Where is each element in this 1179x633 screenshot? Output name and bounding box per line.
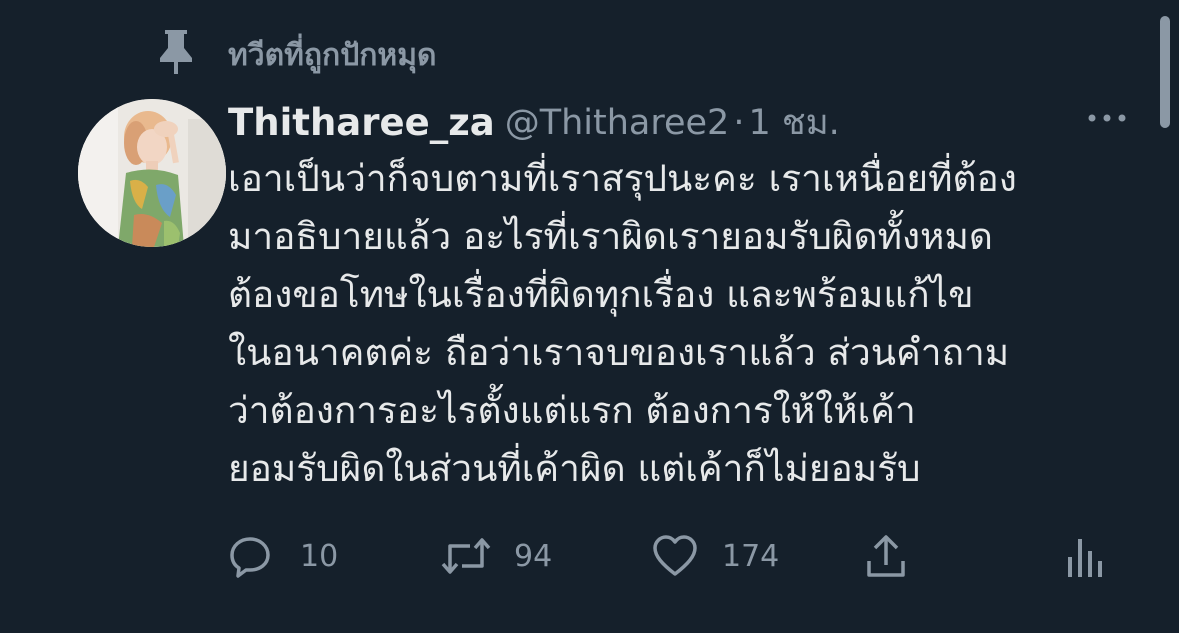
avatar[interactable]	[78, 99, 226, 247]
reply-icon	[230, 537, 270, 578]
tweet-text-line: มาอธิบายแล้ว อะไรที่เราผิดเรายอมรับผิดทั…	[228, 215, 993, 258]
retweet-button[interactable]: 94	[440, 528, 552, 584]
share-icon	[867, 535, 905, 577]
heart-icon	[653, 535, 697, 576]
scrollbar-thumb[interactable]	[1160, 16, 1170, 128]
share-button[interactable]	[864, 528, 908, 584]
pin-icon	[156, 28, 196, 76]
tweet-text-line: ว่าต้องการอะไรตั้งแต่แรก ต้องการให้ให้เค…	[228, 389, 916, 432]
like-count: 174	[722, 538, 780, 574]
retweet-icon	[441, 538, 491, 574]
tweet-text-line: เอาเป็นว่าก็จบตามที่เราสรุปนะคะ เราเหนื่…	[228, 157, 1017, 200]
analytics-icon	[1068, 539, 1102, 577]
more-options-button[interactable]	[1082, 100, 1132, 136]
retweet-count: 94	[514, 538, 553, 574]
tweet-text-line: ต้องขอโทษในเรื่องที่ผิดทุกเรื่อง และพร้อ…	[228, 273, 974, 316]
more-horizontal-icon	[1088, 114, 1126, 122]
tweet-action-bar: 10 94 174	[0, 528, 1179, 588]
user-handle[interactable]: @Thitharee2	[505, 103, 730, 143]
separator-dot: ·	[733, 102, 745, 143]
reply-button[interactable]: 10	[228, 528, 338, 584]
pinned-tweet-row: ทวีตที่ถูกปักหมุด	[0, 24, 1179, 84]
reply-count: 10	[300, 538, 339, 574]
tweet-text-line: ยอมรับผิดในส่วนที่เค้าผิด แต่เค้าก็ไม่ยอ…	[228, 447, 921, 490]
display-name[interactable]: Thitharee_za	[228, 101, 495, 144]
tweet-header: Thitharee_za @Thitharee2 · 1 ชม.	[228, 95, 1128, 145]
like-button[interactable]: 174	[652, 528, 779, 584]
analytics-button[interactable]	[1066, 528, 1106, 584]
pinned-label: ทวีตที่ถูกปักหมุด	[228, 38, 437, 73]
tweet-text-line: ในอนาคตค่ะ ถือว่าเราจบของเราแล้ว ส่วนคำถ…	[228, 331, 1010, 374]
tweet-text: เอาเป็นว่าก็จบตามที่เราสรุปนะคะ เราเหนื่…	[228, 150, 1158, 498]
tweet-timestamp[interactable]: 1 ชม.	[748, 103, 839, 143]
